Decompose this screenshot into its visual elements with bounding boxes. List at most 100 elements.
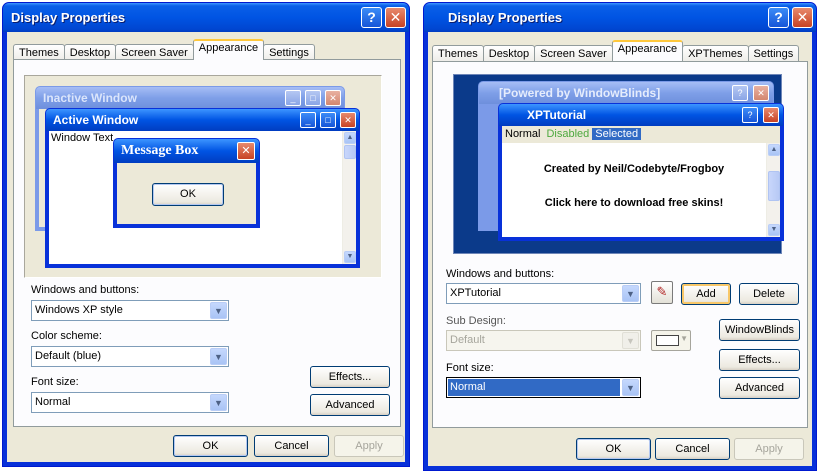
sub-design-select[interactable]: Default ▼: [446, 330, 641, 351]
effects-button[interactable]: Effects...: [310, 366, 390, 388]
scroll-down-icon: ▼: [768, 224, 780, 236]
preview-inactive-titlebar: Inactive Window _ □ ✕: [36, 87, 344, 109]
right-preview-scrollbar: ▲ ▼: [766, 143, 780, 237]
chevron-down-icon[interactable]: ▼: [622, 332, 639, 349]
left-titlebar[interactable]: Display Properties ? ✕: [3, 3, 409, 32]
back-help-icon: ?: [732, 85, 748, 101]
left-ok-button[interactable]: OK: [173, 435, 248, 457]
inactive-maximize-icon: □: [305, 90, 321, 106]
right-help-button[interactable]: ?: [768, 7, 789, 28]
right-windows-buttons-value: XPTutorial: [450, 287, 501, 299]
font-size-label: Font size:: [31, 376, 79, 388]
scroll-up-icon: ▲: [768, 144, 780, 156]
scroll-thumb: [768, 171, 780, 201]
font-size-value: Normal: [35, 396, 71, 408]
right-tab-panel: [Powered by WindowBlinds] ? ✕ XPTutorial…: [432, 61, 808, 428]
left-tab-strip: Themes Desktop Screen Saver Appearance Setti…: [13, 39, 315, 62]
preview-ok-button: OK: [152, 183, 224, 206]
left-close-button[interactable]: ✕: [385, 7, 406, 28]
right-close-button[interactable]: ✕: [792, 7, 813, 28]
scroll-thumb: [344, 145, 356, 159]
preview-credit-line: Created by Neil/Codebyte/Frogboy: [543, 163, 725, 175]
preview-message-titlebar: Message Box ✕: [114, 139, 259, 163]
menu-disabled: Disabled: [546, 128, 590, 140]
right-advanced-button[interactable]: Advanced: [719, 377, 800, 399]
right-cancel-button[interactable]: Cancel: [655, 438, 730, 460]
color-scheme-label: Color scheme:: [31, 330, 102, 342]
delete-button[interactable]: Delete: [739, 283, 799, 305]
right-client-area: Themes Desktop Screen Saver Appearance XPThe…: [428, 32, 812, 466]
active-close-icon: ✕: [340, 112, 356, 128]
right-window-title: Display Properties: [448, 10, 563, 25]
menu-selected: Selected: [592, 128, 642, 140]
add-button[interactable]: Add: [681, 283, 731, 305]
preview-back-titlebar: [Powered by WindowBlinds] ? ✕: [479, 82, 773, 104]
preview-front-title: XPTutorial: [527, 108, 587, 122]
chevron-down-icon[interactable]: ▼: [210, 394, 227, 411]
preview-window-text: Window Text: [51, 132, 114, 144]
active-minimize-icon: _: [300, 112, 316, 128]
message-close-icon: ✕: [237, 142, 255, 160]
color-picker-button[interactable]: ▼: [651, 330, 691, 351]
right-font-size-value: Normal: [448, 379, 620, 396]
preview-scrollbar: ▲ ▼: [342, 131, 356, 264]
left-cancel-button[interactable]: Cancel: [254, 435, 329, 457]
preview-download-link: Click here to download free skins!: [544, 197, 724, 209]
front-help-icon: ?: [742, 107, 758, 123]
right-dialog: Display Properties ? ✕ Themes Desktop Scre…: [423, 2, 817, 471]
preview-message-title: Message Box: [121, 143, 199, 158]
preview-back-title: [Powered by WindowBlinds]: [499, 86, 661, 100]
right-preview-desktop: [Powered by WindowBlinds] ? ✕ XPTutorial…: [453, 74, 784, 254]
right-effects-button[interactable]: Effects...: [719, 349, 800, 371]
windowblinds-button[interactable]: WindowBlinds: [719, 319, 800, 341]
scroll-up-icon: ▲: [344, 132, 356, 144]
preview-front-window: XPTutorial ? ✕ Normal Disabled Selected Cr…: [498, 103, 784, 241]
inactive-close-icon: ✕: [325, 90, 341, 106]
front-close-icon: ✕: [763, 107, 779, 123]
skin-settings-icon[interactable]: ✎: [651, 281, 673, 304]
right-font-size-label: Font size:: [446, 362, 494, 374]
preview-active-titlebar: Active Window _ □ ✕: [46, 109, 359, 131]
chevron-down-icon[interactable]: ▼: [210, 348, 227, 365]
font-size-select[interactable]: Normal ▼: [31, 392, 229, 413]
back-close-icon: ✕: [753, 85, 769, 101]
windows-buttons-value: Windows XP style: [35, 304, 123, 316]
preview-active-title: Active Window: [53, 113, 139, 127]
left-apply-button[interactable]: Apply: [334, 435, 404, 457]
chevron-down-icon[interactable]: ▼: [210, 302, 227, 319]
preview-front-titlebar: XPTutorial ? ✕: [499, 104, 783, 126]
preview-menu-bar: Normal Disabled Selected: [502, 126, 780, 143]
left-client-area: Themes Desktop Screen Saver Appearance Setti…: [7, 32, 405, 462]
right-tab-appearance[interactable]: Appearance: [611, 40, 684, 61]
advanced-button[interactable]: Advanced: [310, 394, 390, 416]
right-font-size-select[interactable]: Normal ▼: [446, 377, 641, 398]
preview-message-box: Message Box ✕ OK: [113, 138, 260, 228]
windows-buttons-label: Windows and buttons:: [31, 284, 140, 296]
chevron-down-icon: ▼: [680, 334, 688, 343]
chevron-down-icon[interactable]: ▼: [622, 285, 639, 302]
menu-normal: Normal: [505, 128, 541, 140]
sub-design-label: Sub Design:: [446, 315, 506, 327]
left-tab-appearance[interactable]: Appearance: [192, 39, 265, 60]
right-ok-button[interactable]: OK: [576, 438, 651, 460]
right-tab-strip: Themes Desktop Screen Saver Appearance XPThe…: [432, 40, 800, 63]
right-windows-buttons-label: Windows and buttons:: [446, 268, 555, 280]
scroll-down-icon: ▼: [344, 251, 356, 263]
sub-design-value: Default: [450, 334, 485, 346]
left-preview-frame: Inactive Window _ □ ✕ Active Window _ □ …: [24, 75, 382, 278]
preview-front-body: Created by Neil/Codebyte/Frogboy Click h…: [502, 143, 780, 237]
right-apply-button[interactable]: Apply: [734, 438, 804, 460]
right-windows-buttons-select[interactable]: XPTutorial ▼: [446, 283, 641, 304]
left-dialog: Display Properties ? ✕ Themes Desktop Scre…: [2, 2, 410, 467]
left-tab-panel: Inactive Window _ □ ✕ Active Window _ □ …: [13, 59, 401, 427]
windows-buttons-select[interactable]: Windows XP style ▼: [31, 300, 229, 321]
color-scheme-value: Default (blue): [35, 350, 102, 362]
chevron-down-icon[interactable]: ▼: [622, 379, 639, 396]
color-scheme-select[interactable]: Default (blue) ▼: [31, 346, 229, 367]
preview-message-body: OK: [117, 163, 256, 224]
preview-inactive-title: Inactive Window: [43, 91, 137, 105]
color-swatch-icon: [656, 335, 679, 346]
left-help-button[interactable]: ?: [361, 7, 382, 28]
left-window-title: Display Properties: [11, 10, 126, 25]
right-titlebar[interactable]: Display Properties ? ✕: [424, 3, 816, 32]
